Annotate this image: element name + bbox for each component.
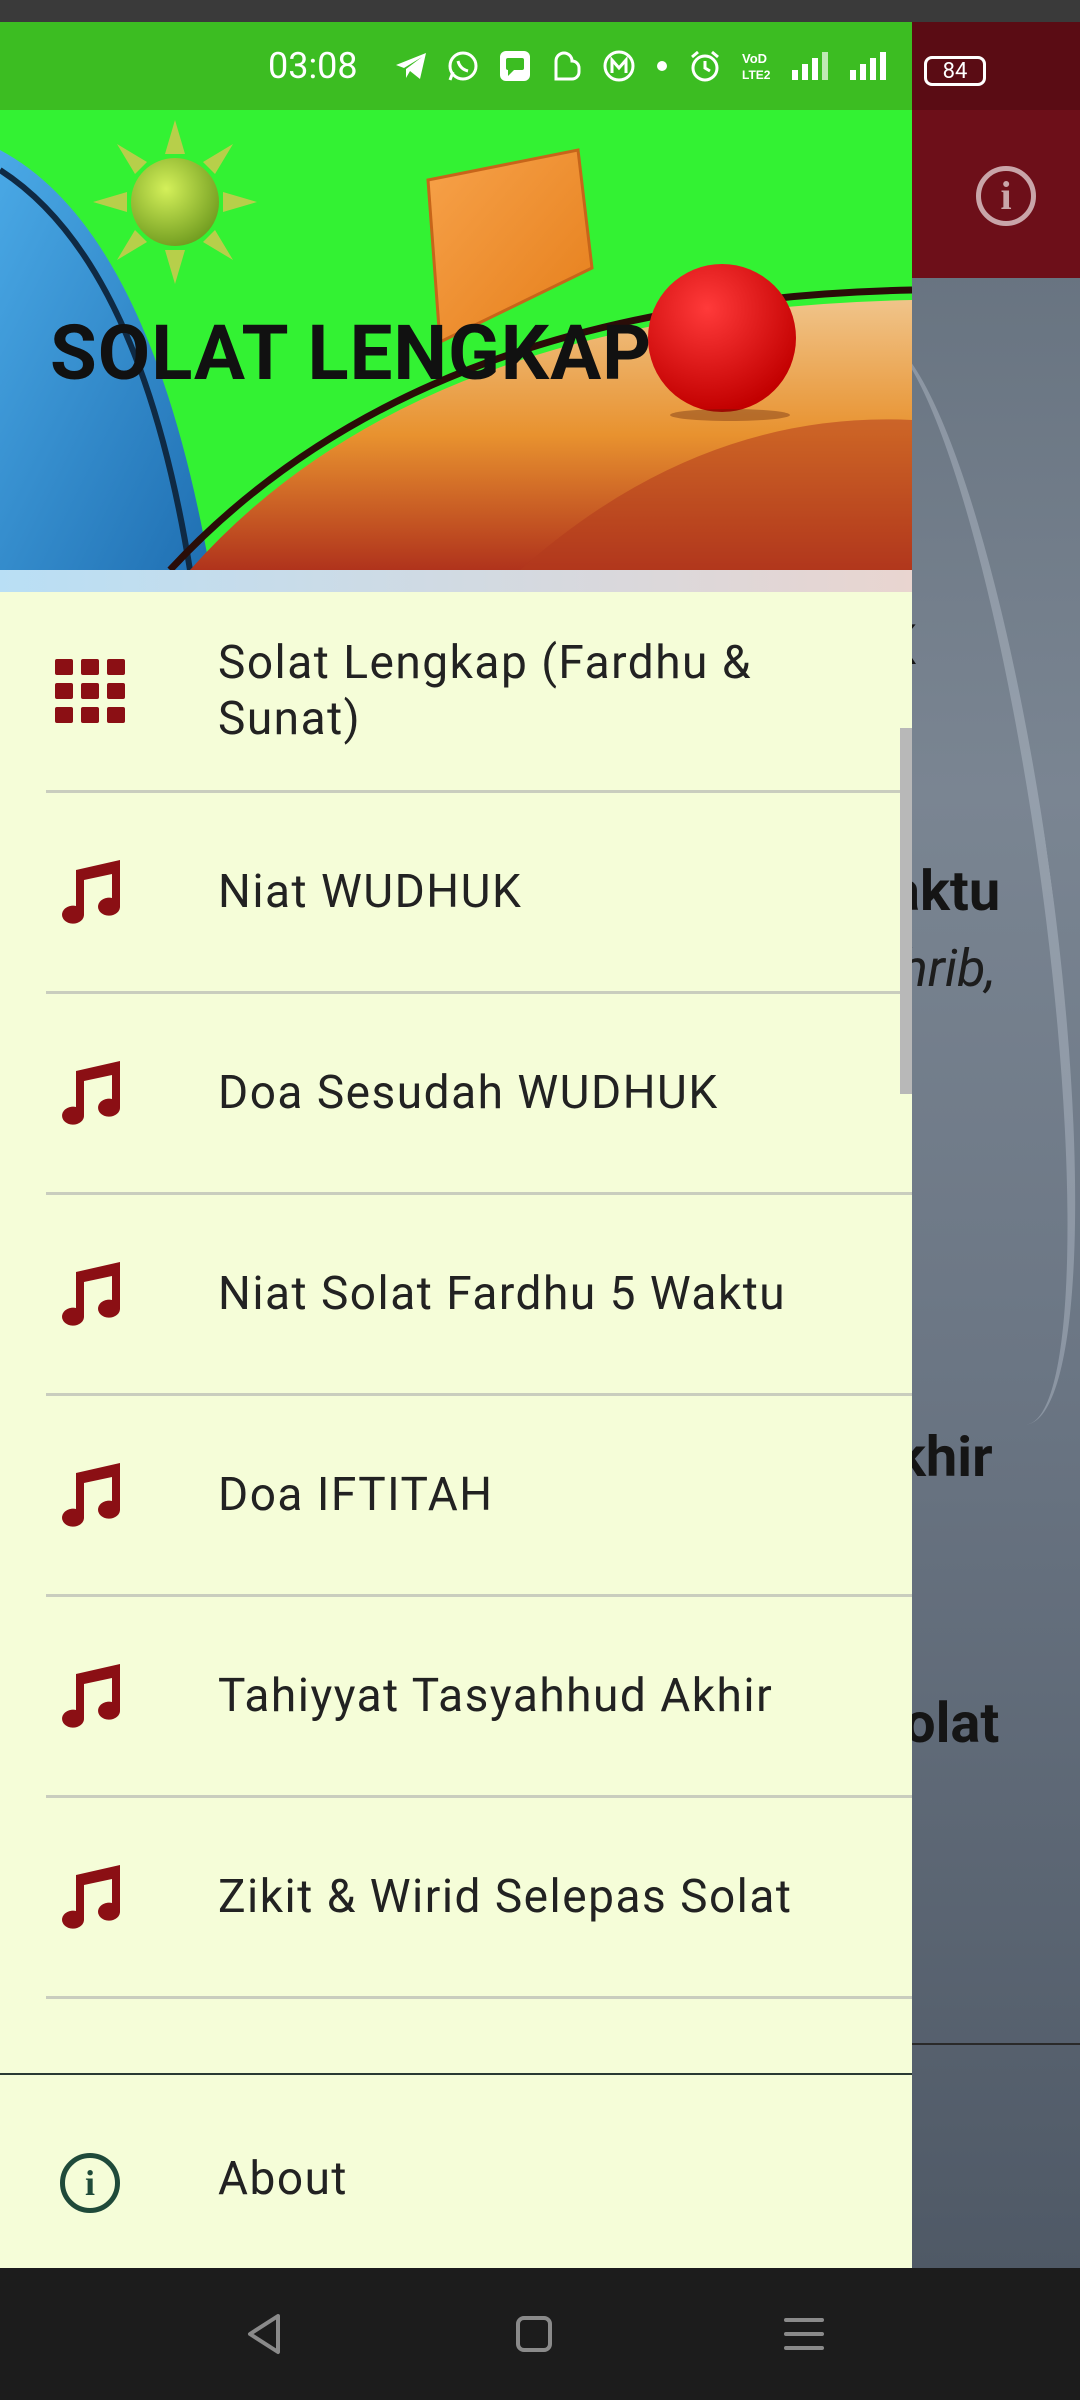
back-icon xyxy=(248,2314,280,2354)
menu-item-tahiyyat[interactable]: Tahiyyat Tasyahhud Akhir xyxy=(0,1597,912,1795)
drawer-header-title: SOLAT LENGKAP xyxy=(50,308,653,398)
background-text: olat xyxy=(904,1690,1000,1756)
menu-item-doa-sesudah-wudhuk[interactable]: Doa Sesudah WUDHUK xyxy=(0,994,912,1192)
music-note-icon xyxy=(54,1057,126,1129)
volte-icon: VoD LTE2 xyxy=(738,47,776,85)
system-nav-bar xyxy=(0,2268,1080,2400)
menu-item-label: Tahiyyat Tasyahhud Akhir xyxy=(218,1669,774,1723)
menu-icon xyxy=(784,2318,824,2350)
menu-item-label: Niat Solat Fardhu 5 Waktu xyxy=(218,1267,787,1321)
music-note-icon xyxy=(54,1861,126,1933)
dot-icon xyxy=(652,47,672,85)
signal-icon xyxy=(790,47,834,85)
menu-item-label: Niat WUDHUK xyxy=(218,865,523,919)
chat-icon xyxy=(496,47,534,85)
svg-text:VoD: VoD xyxy=(742,51,767,66)
background-divider xyxy=(912,2043,1080,2045)
alarm-icon xyxy=(686,47,724,85)
status-time: 03:08 xyxy=(268,45,358,87)
menu-item-solat-lengkap[interactable]: Solat Lengkap (Fardhu & Sunat) xyxy=(0,592,912,790)
status-icons: VoD LTE2 xyxy=(392,22,892,110)
menu-item-doa-iftitah[interactable]: Doa IFTITAH xyxy=(0,1396,912,1594)
menu-item-label: Zikit & Wirid Selepas Solat xyxy=(218,1870,793,1924)
scrollbar[interactable] xyxy=(900,728,912,1094)
info-icon[interactable]: i xyxy=(976,166,1036,226)
home-icon xyxy=(516,2316,552,2352)
background-text: hrib, xyxy=(900,938,996,999)
music-note-icon xyxy=(54,1258,126,1330)
menu-item-label: Doa Sesudah WUDHUK xyxy=(218,1066,719,1120)
menu-item-niat-wudhuk[interactable]: Niat WUDHUK xyxy=(0,793,912,991)
music-note-icon xyxy=(54,856,126,928)
menu-divider xyxy=(46,1996,912,1999)
about-label: About xyxy=(218,2152,348,2206)
menu-item-niat-solat-fardhu[interactable]: Niat Solat Fardhu 5 Waktu xyxy=(0,1195,912,1393)
app-notification-icon xyxy=(548,47,586,85)
whatsapp-icon xyxy=(444,47,482,85)
battery-indicator: 84 xyxy=(924,56,986,86)
menu-item-about[interactable] xyxy=(0,2075,912,2268)
grid-icon xyxy=(54,655,126,727)
home-button[interactable] xyxy=(498,2298,570,2370)
menu-item-label: Doa IFTITAH xyxy=(218,1468,494,1522)
top-strip xyxy=(0,0,912,22)
music-note-icon xyxy=(54,1660,126,1732)
svg-text:LTE2: LTE2 xyxy=(742,68,771,82)
menu-item-zikit-wirid[interactable]: Zikit & Wirid Selepas Solat xyxy=(0,1798,912,1996)
drawer-menu-list: Solat Lengkap (Fardhu & Sunat) Niat WUDH… xyxy=(0,592,912,1999)
info-icon: i xyxy=(60,2153,120,2213)
telegram-icon xyxy=(392,47,430,85)
music-note-icon xyxy=(54,1459,126,1531)
signal-icon xyxy=(848,47,892,85)
header-bottom-strip xyxy=(0,570,912,592)
back-button[interactable] xyxy=(228,2298,300,2370)
menu-item-label: Solat Lengkap (Fardhu & Sunat) xyxy=(218,636,752,746)
recents-button[interactable] xyxy=(768,2298,840,2370)
m-app-icon xyxy=(600,47,638,85)
navigation-drawer: 03:08 VoD LTE2 SOLAT LENGKAP Solat Lengk… xyxy=(0,0,912,2268)
